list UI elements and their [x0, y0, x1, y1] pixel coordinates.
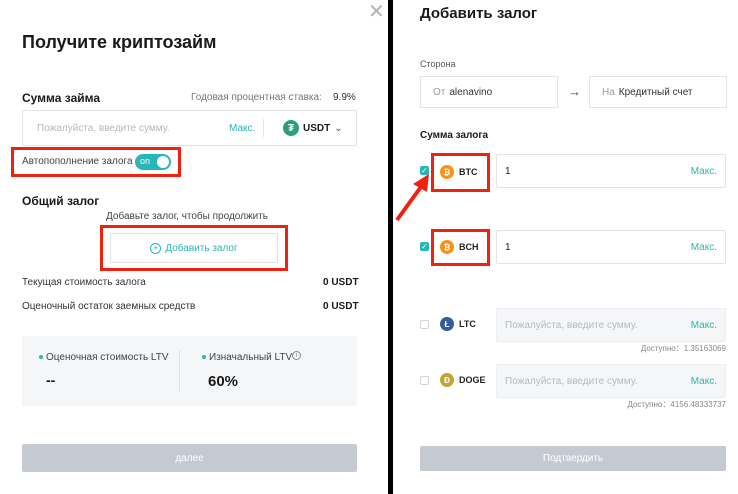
bullet-dot — [39, 355, 43, 359]
bch-checkbox[interactable]: ✓ — [420, 242, 429, 251]
doge-label: DOGE — [459, 375, 486, 385]
btc-max-button[interactable]: Макс. — [691, 166, 717, 177]
ltc-amount-input[interactable]: Пожалуйста, введите сумму. Макс. — [496, 308, 726, 342]
add-collateral-button[interactable]: + Добавить залог — [110, 233, 278, 263]
ltc-available: Доступно：1.35163069 — [640, 344, 726, 353]
doge-coin: Ð DOGE — [440, 373, 486, 387]
bch-amount-input[interactable]: 1 Макс. — [496, 230, 726, 264]
estimated-ltv-value: -- — [46, 372, 56, 388]
arrow-right-icon: → — [568, 84, 581, 99]
loan-amount-input[interactable]: Пожалуйста, введите сумму. Макс. ₮ USDT … — [22, 110, 357, 146]
side-label: Сторона — [420, 59, 456, 69]
doge-placeholder: Пожалуйста, введите сумму. — [505, 375, 638, 387]
ltc-label: LTC — [459, 319, 476, 329]
currency-label: USDT — [303, 122, 331, 134]
bitcoin-icon: ₿ — [440, 165, 454, 179]
to-value: Кредитный счет — [618, 86, 693, 98]
remaining-loan-value: 0 USDT — [323, 301, 359, 312]
red-arrow-icon — [395, 174, 429, 222]
rate-label: Годовая процентная ставка: — [191, 92, 322, 103]
page-title: Получите криптозайм — [22, 32, 217, 52]
doge-amount-input[interactable]: Пожалуйста, введите сумму. Макс. — [496, 364, 726, 398]
doge-max-button[interactable]: Макс. — [691, 376, 717, 387]
check-icon: ✓ — [421, 166, 428, 175]
toggle-knob — [157, 156, 169, 168]
remaining-loan-label: Оценочный остаток заемных средств — [22, 301, 196, 312]
ltc-checkbox[interactable] — [420, 320, 429, 329]
from-prefix: От — [433, 86, 446, 98]
bitcoin-cash-icon: ₿ — [440, 240, 454, 254]
collateral-label: Общий залог — [22, 194, 100, 208]
btc-amount-input[interactable]: 1 Макс. — [496, 154, 726, 188]
initial-ltv-label: Изначальный LTV — [209, 352, 293, 363]
rate-value: 9.9% — [333, 92, 356, 103]
doge-checkbox[interactable] — [420, 376, 429, 385]
ltc-placeholder: Пожалуйста, введите сумму. — [505, 319, 638, 331]
currency-select[interactable]: ₮ USDT ⌄ — [283, 120, 343, 136]
bch-label: BCH — [459, 242, 479, 252]
collateral-amount-label: Сумма залога — [420, 130, 489, 141]
bch-coin: ₿ BCH — [440, 240, 479, 254]
litecoin-icon: Ł — [440, 317, 454, 331]
ltv-divider — [179, 350, 180, 392]
ltc-coin: Ł LTC — [440, 317, 476, 331]
add-collateral-panel: Добавить залог Сторона От alenavino → На… — [393, 0, 738, 494]
estimated-ltv-label: Оценочная стоимость LTV — [46, 352, 169, 363]
from-field[interactable]: От alenavino — [420, 76, 558, 108]
confirm-button[interactable]: Подтвердить — [420, 446, 726, 471]
to-field[interactable]: На Кредитный счет — [589, 76, 727, 108]
max-button[interactable]: Макс. — [229, 123, 255, 134]
add-collateral-title: Добавить залог — [420, 5, 538, 22]
initial-ltv-value: 60% — [208, 373, 239, 390]
input-divider — [263, 119, 264, 137]
bch-amount-value: 1 — [505, 241, 511, 253]
loan-amount-placeholder: Пожалуйста, введите сумму. — [37, 123, 170, 134]
auto-topup-label: Автопополнение залога — [22, 156, 133, 167]
btc-checkbox[interactable]: ✓ — [420, 166, 429, 175]
btc-amount-value: 1 — [505, 165, 511, 177]
loan-panel: ✕ Получите криптозайм Сумма займа Годова… — [0, 0, 388, 494]
bullet-dot — [202, 355, 206, 359]
doge-available: Доступно：4156.48333737 — [627, 400, 726, 409]
loan-amount-label: Сумма займа — [22, 91, 101, 105]
collateral-value: 0 USDT — [323, 277, 359, 288]
to-prefix: На — [602, 86, 615, 98]
auto-topup-toggle[interactable]: on — [135, 154, 171, 170]
from-value: alenavino — [449, 86, 493, 98]
info-icon[interactable]: i — [292, 351, 301, 360]
dogecoin-icon: Ð — [440, 373, 454, 387]
check-icon: ✓ — [421, 242, 428, 251]
plus-icon: + — [150, 242, 162, 254]
collateral-hint: Добавьте залог, чтобы продолжить — [106, 211, 269, 222]
add-collateral-label: Добавить залог — [165, 242, 238, 254]
toggle-state: on — [140, 156, 151, 166]
collateral-value-label: Текущая стоимость залога — [22, 277, 146, 288]
ltv-box: Оценочная стоимость LTV -- Изначальный L… — [22, 336, 357, 406]
bch-max-button[interactable]: Макс. — [691, 242, 717, 253]
ltc-max-button[interactable]: Макс. — [691, 320, 717, 331]
btc-label: BTC — [459, 167, 478, 177]
btc-coin: ₿ BTC — [440, 165, 478, 179]
next-button[interactable]: далее — [22, 444, 357, 472]
tether-icon: ₮ — [283, 120, 299, 136]
close-icon[interactable]: ✕ — [368, 2, 385, 22]
chevron-down-icon: ⌄ — [334, 122, 343, 134]
